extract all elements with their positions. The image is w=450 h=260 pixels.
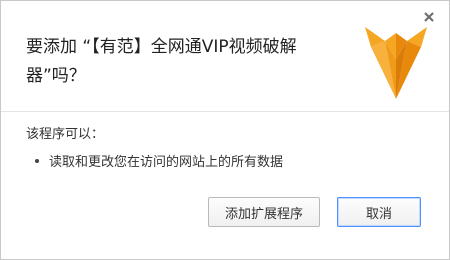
bullet-icon xyxy=(35,158,39,163)
add-extension-button[interactable]: 添加扩展程序 xyxy=(208,197,320,227)
permissions-heading: 该程序可以： xyxy=(26,127,105,142)
close-button[interactable] xyxy=(421,9,437,25)
permission-text: 读取和更改您在访问的网站上的所有数据 xyxy=(49,155,284,170)
fox-logo-icon xyxy=(365,27,427,99)
cancel-button[interactable]: 取消 xyxy=(337,197,421,227)
permission-item: 读取和更改您在访问的网站上的所有数据 xyxy=(26,151,283,170)
extension-install-dialog: 要添加 “【有范】全网通VIP视频破解器”吗？ 该程序可以： 读取和更改您在访问… xyxy=(0,0,450,260)
permissions-list: 读取和更改您在访问的网站上的所有数据 xyxy=(26,151,283,170)
extension-logo xyxy=(363,25,429,101)
dialog-title: 要添加 “【有范】全网通VIP视频破解器”吗？ xyxy=(26,37,297,86)
section-divider xyxy=(1,111,449,112)
close-icon xyxy=(424,12,434,22)
